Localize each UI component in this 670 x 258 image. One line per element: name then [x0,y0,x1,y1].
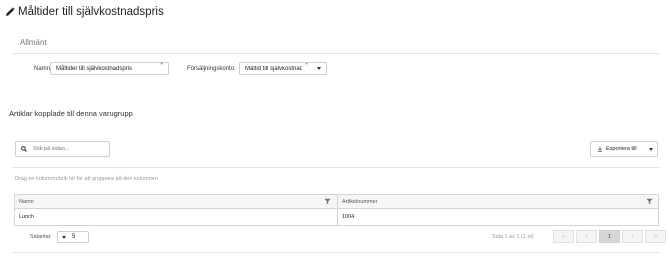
group-drop-hint: Drag en kolumnrubrik hit för att grupper… [15,176,158,182]
search-box[interactable] [15,141,110,157]
download-icon [597,146,603,152]
current-page-button[interactable]: 1 [599,230,620,243]
required-marker: * [305,62,308,69]
prev-page-button[interactable]: ‹ [576,230,597,243]
export-label: Exportera till [606,146,637,152]
divider [12,167,660,168]
page-info: Sida 1 av 1 (1 st) [492,234,534,240]
sales-account-label: Försäljningskonto: [187,66,236,72]
sales-account-value: Måltid till självkostnadspris [245,65,302,72]
next-page-button[interactable]: › [622,230,643,243]
page-header: Måltider till självkostnadspris [5,4,164,20]
pager: « ‹ 1 › » [553,230,666,243]
articles-heading: Artiklar kopplade till denna varugrupp [9,109,133,118]
table-cell-name[interactable]: Lunch [15,209,337,225]
page-size-value: 5 [72,234,76,240]
first-page-button[interactable]: « [553,230,574,243]
page-title: Måltider till självkostnadspris [18,6,164,18]
column-header-name[interactable]: Namn [15,195,337,208]
export-button[interactable]: Exportera till [590,141,658,157]
divider [12,53,660,54]
filter-icon[interactable] [324,198,331,205]
chevron-down-icon [62,236,66,239]
search-icon [21,146,27,152]
last-page-button[interactable]: » [645,230,666,243]
chevron-down-icon [649,148,653,151]
pencil-icon [6,7,15,16]
chevron-down-icon [317,67,321,70]
name-field[interactable]: Måltider till självkostnadspris * [50,62,169,75]
required-marker: * [160,62,163,69]
column-header-article-number[interactable]: Artikelnummer [338,195,658,208]
search-input[interactable] [33,146,103,152]
sales-account-select[interactable]: Måltid till självkostnadspris * [239,62,327,75]
name-field-value: Måltider till självkostnadspris [56,65,133,72]
divider [12,252,660,253]
page-size-select[interactable]: 5 [57,231,89,243]
page-size-label: Sidantal: [30,234,52,240]
general-section-title: Allmänt [20,38,47,47]
table-cell-article-number[interactable]: 1004 [338,209,658,225]
filter-icon[interactable] [646,198,653,205]
articles-grid: Namn Artikelnummer Lunch 1004 [14,194,659,226]
